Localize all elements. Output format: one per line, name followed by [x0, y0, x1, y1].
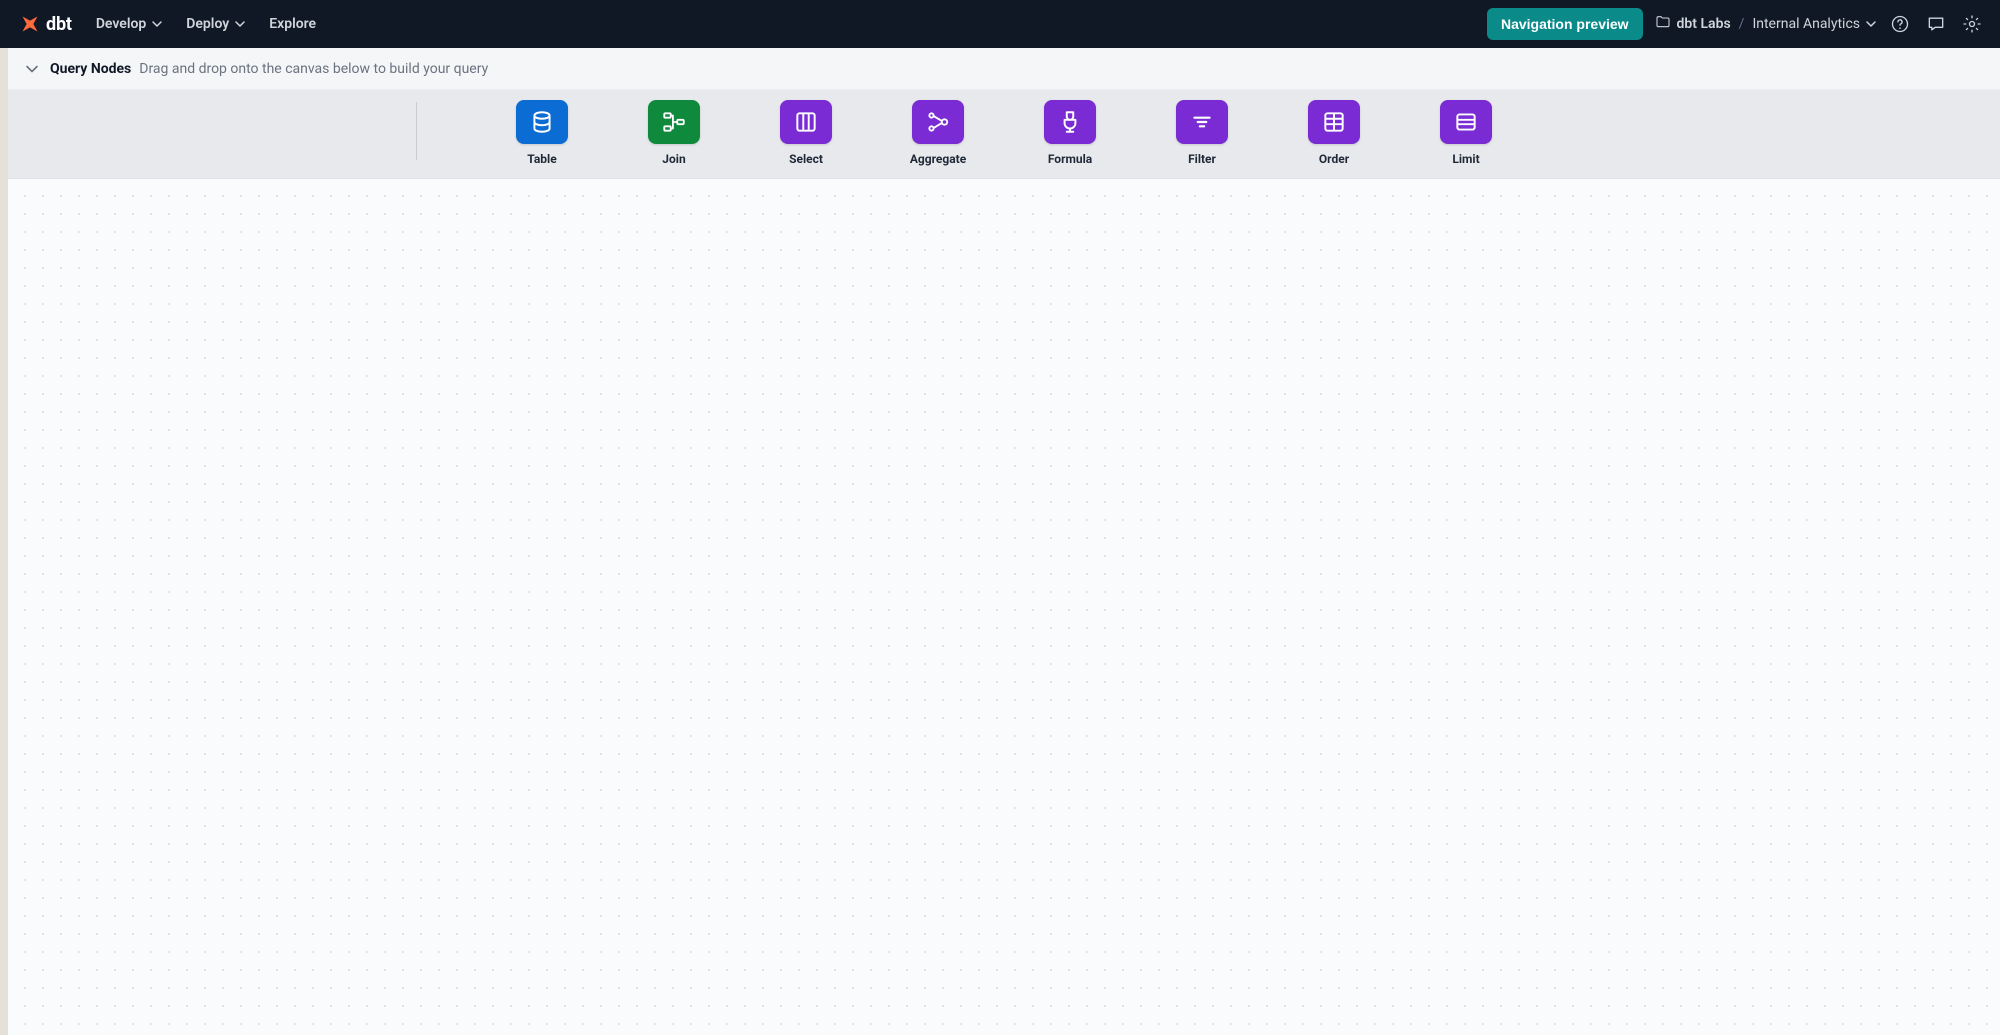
formula-icon [1044, 100, 1096, 144]
join-icon [648, 100, 700, 144]
node-limit-label: Limit [1452, 152, 1479, 166]
node-order-label: Order [1319, 152, 1349, 166]
left-rail [0, 48, 8, 1035]
query-nodes-hint: Drag and drop onto the canvas below to b… [139, 61, 488, 77]
node-order[interactable]: Order [1304, 100, 1364, 166]
node-formula[interactable]: Formula [1040, 100, 1100, 166]
brand-text: dbt [46, 14, 72, 35]
node-join[interactable]: Join [644, 100, 704, 166]
chevron-down-icon [235, 19, 245, 29]
navigation-preview-button[interactable]: Navigation preview [1487, 8, 1643, 40]
query-nodes-title: Query Nodes [48, 61, 139, 77]
limit-icon [1440, 100, 1492, 144]
breadcrumb-separator: / [1739, 16, 1745, 32]
breadcrumb-project[interactable]: Internal Analytics [1752, 16, 1876, 32]
breadcrumb-org[interactable]: dbt Labs [1655, 14, 1731, 34]
chevron-down-icon [1866, 19, 1876, 29]
node-filter[interactable]: Filter [1172, 100, 1232, 166]
node-table[interactable]: Table [512, 100, 572, 166]
folder-icon [1655, 14, 1671, 34]
table-icon [516, 100, 568, 144]
main-panel: Query Nodes Drag and drop onto the canva… [8, 48, 2000, 1035]
order-icon [1308, 100, 1360, 144]
query-nodes-header: Query Nodes Drag and drop onto the canva… [8, 48, 2000, 90]
dbt-logo-icon [20, 14, 40, 34]
app-root: dbt Develop Deploy Explore Navigation pr… [0, 0, 2000, 1035]
menu-explore[interactable]: Explore [269, 16, 316, 32]
nav-right: Navigation preview dbt Labs / Internal A… [1487, 8, 1984, 40]
breadcrumb-org-label: dbt Labs [1677, 16, 1731, 32]
query-canvas[interactable] [8, 179, 2000, 1035]
brand-logo[interactable]: dbt [20, 14, 72, 35]
node-limit[interactable]: Limit [1436, 100, 1496, 166]
top-nav: dbt Develop Deploy Explore Navigation pr… [0, 0, 2000, 48]
settings-gear-icon[interactable] [1960, 12, 1984, 36]
node-formula-label: Formula [1048, 152, 1092, 166]
chevron-down-icon [152, 19, 162, 29]
select-icon [780, 100, 832, 144]
node-join-label: Join [662, 152, 685, 166]
node-select-label: Select [789, 152, 823, 166]
work-area: Query Nodes Drag and drop onto the canva… [0, 48, 2000, 1035]
menu-deploy-label: Deploy [186, 16, 229, 32]
menu-develop[interactable]: Develop [96, 16, 162, 32]
help-icon[interactable] [1888, 12, 1912, 36]
node-select[interactable]: Select [776, 100, 836, 166]
node-table-label: Table [527, 152, 556, 166]
aggregate-icon [912, 100, 964, 144]
menu-deploy[interactable]: Deploy [186, 16, 245, 32]
node-aggregate[interactable]: Aggregate [908, 100, 968, 166]
menu-develop-label: Develop [96, 16, 146, 32]
feedback-icon[interactable] [1924, 12, 1948, 36]
node-aggregate-label: Aggregate [910, 152, 966, 166]
menu-explore-label: Explore [269, 16, 316, 32]
collapse-toggle[interactable] [16, 53, 48, 85]
main-menu: Develop Deploy Explore [96, 16, 316, 32]
breadcrumb-project-label: Internal Analytics [1752, 16, 1860, 32]
breadcrumb: dbt Labs / Internal Analytics [1655, 14, 1876, 34]
node-filter-label: Filter [1188, 152, 1216, 166]
node-toolbar: Table Join Select [8, 90, 2000, 179]
filter-icon [1176, 100, 1228, 144]
